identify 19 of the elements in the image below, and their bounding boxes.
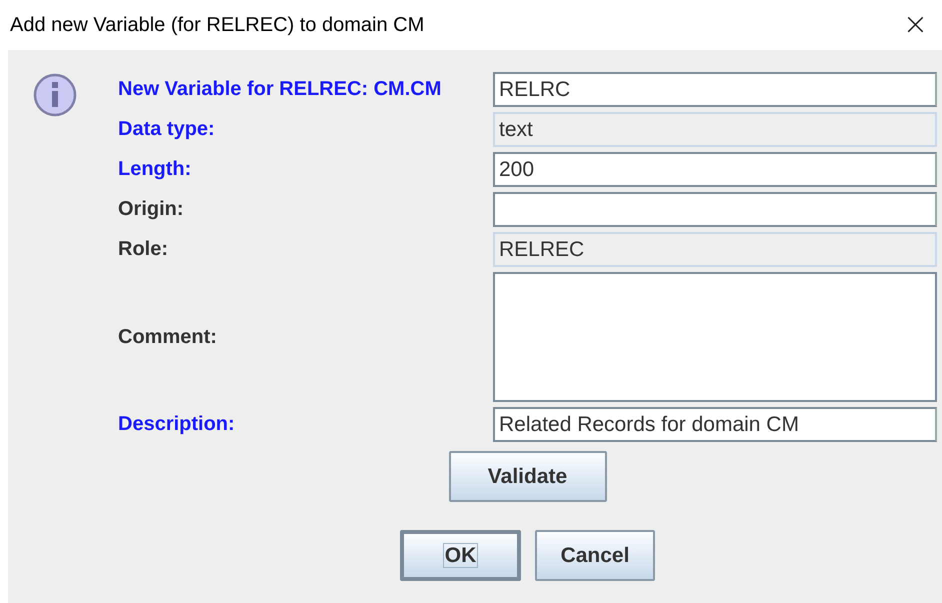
field-label: New Variable for RELREC: CM.CM: [118, 78, 442, 101]
field-label: Data type:: [118, 118, 216, 141]
input-field[interactable]: 200: [493, 152, 937, 187]
dialog-button[interactable]: OK: [400, 530, 521, 581]
read-only-field[interactable]: text: [493, 112, 937, 147]
input-field[interactable]: [493, 192, 937, 227]
input-field[interactable]: Related Records for domain CM: [493, 407, 937, 442]
window-title: Add new Variable (for RELREC) to domain CM: [10, 14, 424, 36]
field-label: Comment:: [118, 326, 218, 348]
input-field[interactable]: RELRC: [493, 72, 937, 107]
field-label: Role:: [118, 238, 169, 261]
close-button[interactable]: ×: [898, 10, 932, 40]
field-label: Description:: [118, 413, 236, 436]
field-label: Origin:: [118, 198, 185, 221]
dialog-button[interactable]: Cancel: [535, 530, 655, 581]
validate-button[interactable]: Validate: [448, 451, 606, 502]
field-label: Length:: [118, 158, 192, 181]
read-only-field[interactable]: RELREC: [493, 232, 937, 267]
comment-area[interactable]: [493, 272, 937, 402]
